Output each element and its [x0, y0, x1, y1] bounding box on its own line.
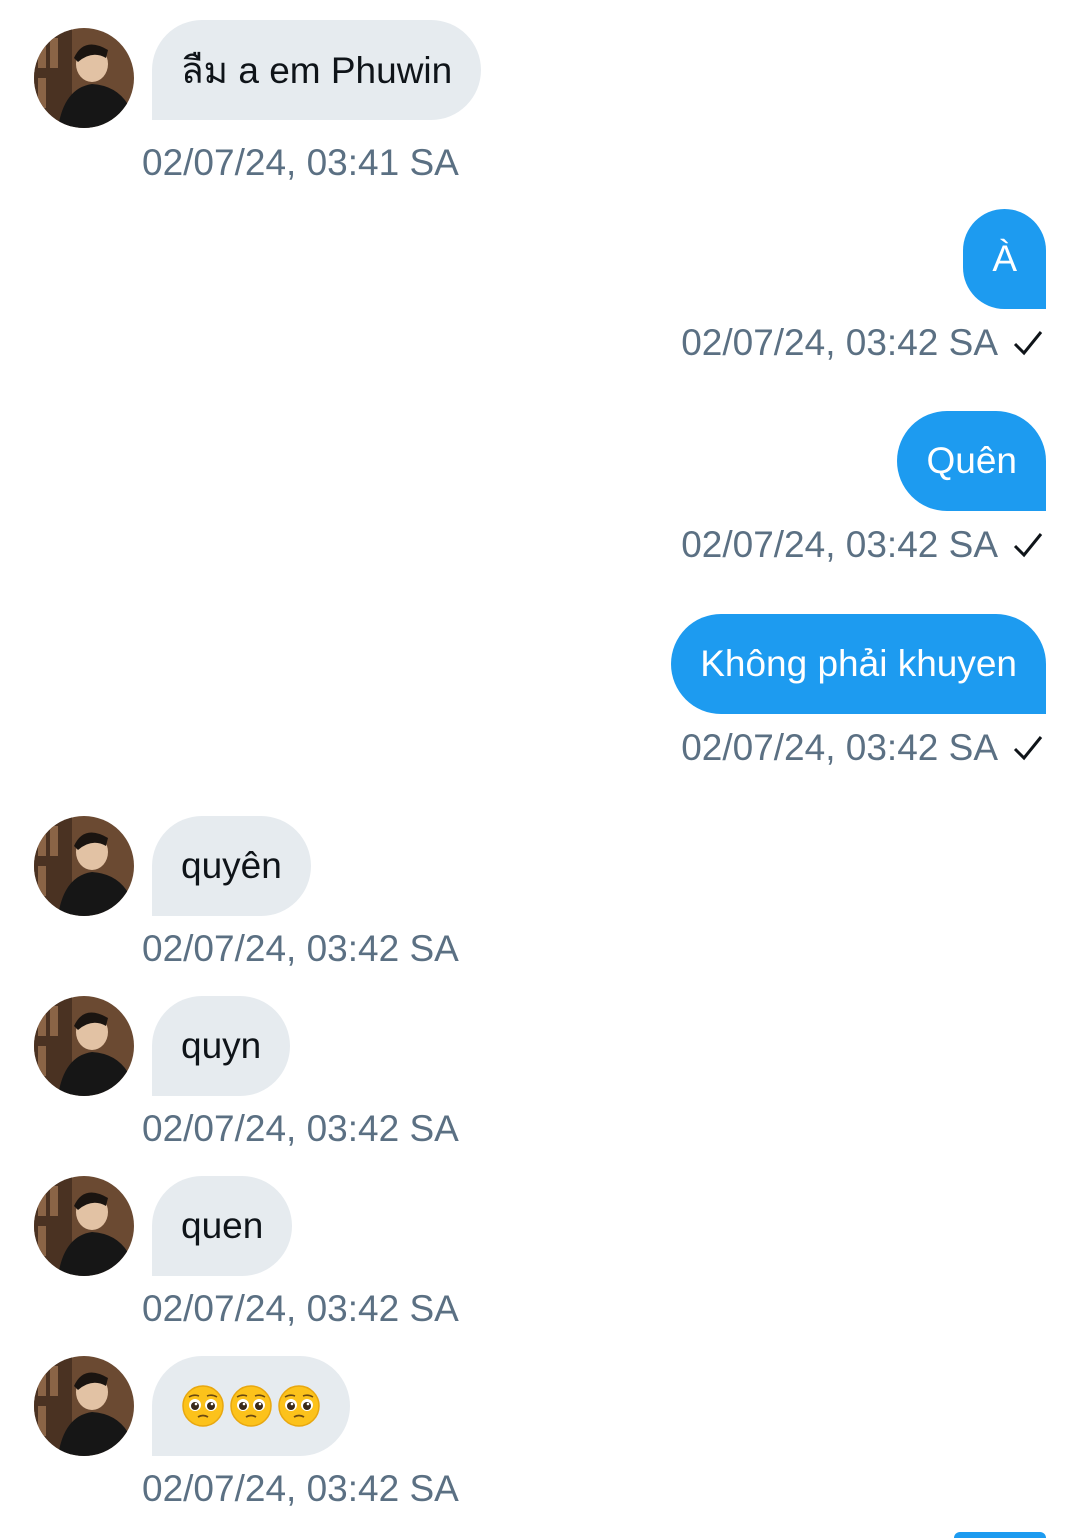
message-bubble-incoming[interactable]: quen [152, 1176, 293, 1276]
message-timestamp: 02/07/24, 03:42 SA [142, 1108, 459, 1149]
message-bubble-outgoing-partial[interactable] [954, 1532, 1046, 1538]
chat-thread[interactable]: ลืม a em Phuwin 02/07/24, 03:41 SA À 02/… [0, 0, 1080, 1538]
avatar-photo [34, 1176, 134, 1276]
message-bubble-outgoing[interactable]: Không phải khuyen [671, 614, 1046, 714]
checkmark-icon [1012, 530, 1044, 560]
checkmark-icon [1012, 328, 1044, 358]
pleading-face-icon [278, 1385, 320, 1427]
message-text: ลืม a em Phuwin [181, 49, 453, 91]
avatar-photo [34, 1356, 134, 1456]
message-bubble-outgoing[interactable]: À [963, 209, 1046, 309]
message-bubble-outgoing[interactable]: Quên [897, 411, 1046, 511]
pleading-face-icon [230, 1385, 272, 1427]
message-timestamp: 02/07/24, 03:42 SA [681, 524, 1044, 566]
message-text: quyn [181, 1025, 262, 1066]
avatar-photo [34, 28, 134, 128]
message-bubble-incoming[interactable] [152, 1356, 350, 1456]
emoji-row [181, 1384, 321, 1428]
checkmark-icon [1012, 733, 1044, 763]
message-bubble-incoming[interactable]: quyên [152, 816, 311, 916]
avatar[interactable] [34, 1176, 134, 1276]
message-bubble-incoming[interactable]: quyn [152, 996, 291, 1096]
message-timestamp: 02/07/24, 03:42 SA [142, 928, 459, 969]
avatar-photo [34, 996, 134, 1096]
message-text: quyên [181, 845, 282, 886]
message-text: Không phải khuyen [700, 643, 1017, 684]
message-timestamp: 02/07/24, 03:42 SA [142, 1468, 459, 1509]
avatar[interactable] [34, 28, 134, 128]
avatar[interactable] [34, 816, 134, 916]
message-text: À [992, 238, 1017, 279]
message-timestamp: 02/07/24, 03:42 SA [681, 727, 1044, 769]
message-text: Quên [926, 440, 1017, 481]
avatar-photo [34, 816, 134, 916]
message-timestamp: 02/07/24, 03:41 SA [142, 142, 459, 183]
avatar[interactable] [34, 996, 134, 1096]
avatar[interactable] [34, 1356, 134, 1456]
message-text: quen [181, 1205, 264, 1246]
message-bubble-incoming[interactable]: ลืม a em Phuwin [152, 20, 482, 120]
message-timestamp: 02/07/24, 03:42 SA [681, 322, 1044, 364]
message-timestamp: 02/07/24, 03:42 SA [142, 1288, 459, 1329]
pleading-face-icon [182, 1385, 224, 1427]
